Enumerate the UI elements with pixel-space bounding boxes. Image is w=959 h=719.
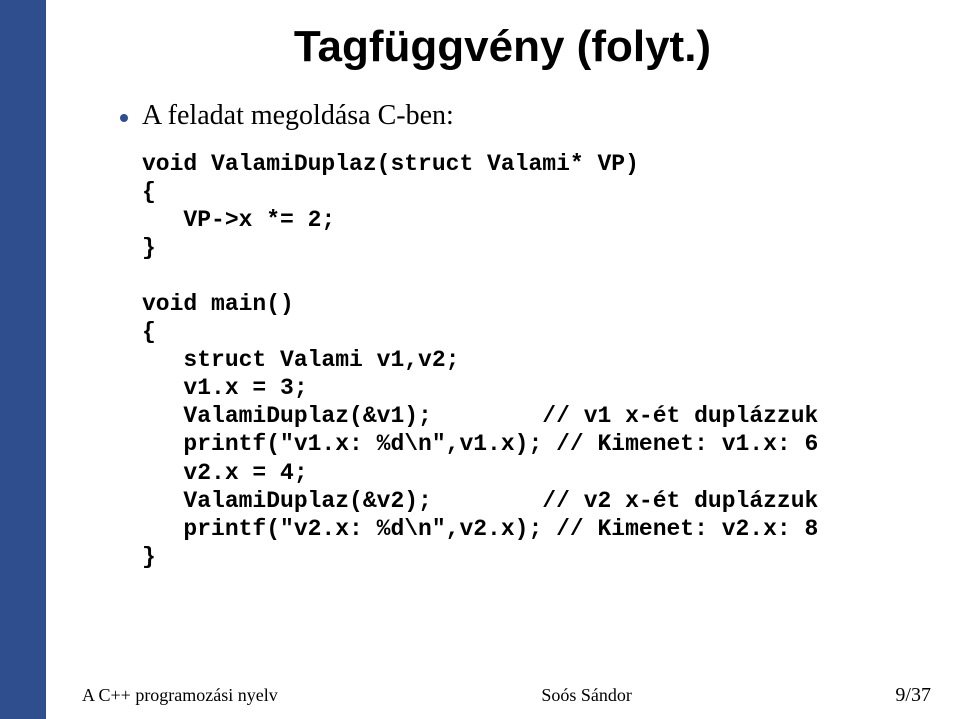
code-line: void main() [142, 291, 294, 317]
bullet-text: A feladat megoldása C-ben: [142, 100, 454, 132]
code-line: VP->x *= 2; [142, 207, 335, 233]
code-line-comment: // v2 x-ét duplázzuk [542, 488, 818, 514]
code-block: void ValamiDuplaz(struct Valami* VP) { V… [142, 150, 939, 571]
code-line-comment: // Kimenet: v2.x: 8 [556, 516, 818, 542]
code-line-left: printf("v1.x: %d\n",v1.x); [142, 431, 542, 457]
code-line-left: ValamiDuplaz(&v2); [142, 488, 432, 514]
code-line: v1.x = 3; [142, 375, 308, 401]
code-line: void ValamiDuplaz(struct Valami* VP) [142, 151, 639, 177]
sidebar-accent [0, 0, 46, 719]
code-line: { [142, 179, 156, 205]
slide-content: Tagfüggvény (folyt.) A feladat megoldása… [46, 0, 959, 719]
footer-center: Soós Sándor [541, 685, 632, 706]
bullet-dot-icon [120, 114, 128, 122]
code-line: v2.x = 4; [142, 460, 308, 486]
code-line: { [142, 319, 156, 345]
code-line: struct Valami v1,v2; [142, 347, 459, 373]
code-line: } [142, 544, 156, 570]
bullet-item: A feladat megoldása C-ben: [120, 100, 939, 132]
code-line-left: printf("v2.x: %d\n",v2.x); [142, 516, 542, 542]
code-line-comment: // v1 x-ét duplázzuk [542, 403, 818, 429]
footer-page-number: 9/37 [895, 684, 931, 707]
slide: Tagfüggvény (folyt.) A feladat megoldása… [0, 0, 959, 719]
code-line: } [142, 235, 156, 261]
code-line-comment: // Kimenet: v1.x: 6 [556, 431, 818, 457]
code-line-left: ValamiDuplaz(&v1); [142, 403, 432, 429]
slide-footer: A C++ programozási nyelv Soós Sándor 9/3… [46, 684, 959, 707]
slide-title: Tagfüggvény (folyt.) [66, 22, 939, 72]
footer-left: A C++ programozási nyelv [82, 685, 278, 706]
